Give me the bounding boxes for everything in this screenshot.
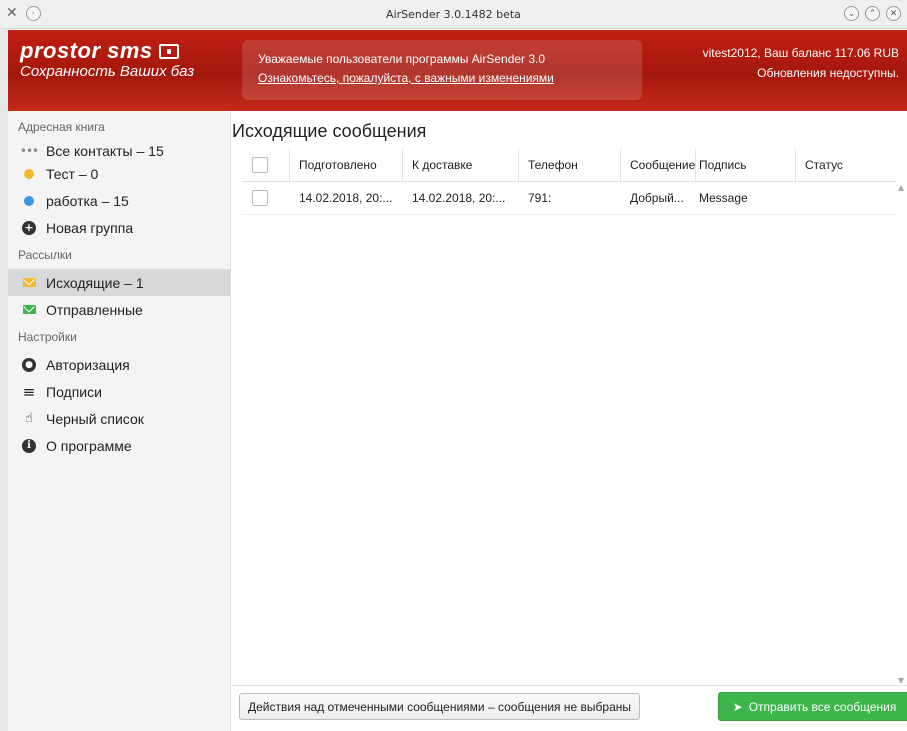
info-icon: i — [20, 438, 38, 453]
column-header-phone[interactable]: Телефон — [519, 149, 621, 181]
logo: prostor sms Сохранность Ваших баз — [20, 38, 194, 80]
app-window: ✕ · AirSender 3.0.1482 beta ⌄ ⌃ ✕ prosto… — [0, 0, 907, 731]
update-status: Обновления недоступны. — [757, 66, 899, 80]
sidebar-item-label: О программе — [46, 437, 132, 454]
column-header-signature[interactable]: Подпись — [696, 149, 796, 181]
section-address-book: Адресная книга — [18, 120, 105, 134]
sidebar-item-sent[interactable]: Отправленные — [8, 296, 230, 323]
sidebar-item-authorization[interactable]: ● Авторизация — [8, 351, 230, 378]
column-header-status[interactable]: Статус — [796, 149, 897, 181]
dot-icon — [20, 195, 38, 206]
cell-prepared: 14.02.2018, 20:... — [299, 191, 393, 205]
select-all-checkbox[interactable] — [252, 157, 268, 173]
hand-icon: ☝ — [25, 411, 33, 426]
sidebar-item-test[interactable]: Тест – 0 — [8, 160, 230, 187]
expand-icon[interactable]: ⌃ — [865, 6, 880, 21]
dots-icon: ••• — [19, 143, 39, 158]
sidebar-item-signatures[interactable]: ≡ Подписи — [8, 378, 230, 405]
row-checkbox[interactable] — [252, 190, 268, 206]
send-all-label: Отправить все сообщения — [748, 699, 897, 714]
sidebar-item-about[interactable]: i О программе — [8, 432, 230, 459]
column-header-message[interactable]: Сообщение — [621, 149, 696, 181]
account-info: vitest2012, Ваш баланс 117.06 RUB Обновл… — [703, 43, 899, 83]
envelope-icon — [20, 278, 38, 287]
section-settings: Настройки — [18, 330, 77, 344]
lock-icon — [158, 43, 179, 59]
sidebar-item-label: Новая группа — [46, 219, 134, 236]
sidebar: Адресная книга ••• Все контакты – 15 Тес… — [8, 111, 231, 731]
sidebar-item-label: Отправленные — [46, 301, 143, 318]
sidebar-item-label: Подписи — [46, 383, 102, 400]
envelope-icon — [20, 305, 38, 314]
select-all-checkbox-cell — [242, 149, 290, 181]
sidebar-item-blacklist[interactable]: ☝ Черный список — [8, 405, 230, 432]
plus-circle-icon: + — [20, 220, 38, 235]
user-circle-icon: ● — [20, 357, 38, 372]
action-bar: Действия над отмеченными сообщениями – с… — [232, 685, 907, 731]
collapse-icon[interactable]: ⌄ — [844, 6, 859, 21]
table-row[interactable]: 14.02.2018, 20:... 14.02.2018, 20:... 79… — [242, 182, 897, 215]
row-checkbox-cell — [242, 182, 290, 214]
cell-status — [796, 182, 897, 214]
scroll-down-icon[interactable]: ▼ — [898, 676, 904, 685]
cell-message: Добрый... — [630, 191, 684, 205]
notice-text: Уважаемые пользователи программы AirSend… — [258, 52, 546, 66]
cell-phone: 791: — [528, 191, 552, 205]
send-all-button[interactable]: ➤ Отправить все сообщения — [718, 692, 907, 721]
notice-link[interactable]: Ознакомьтесь, пожалуйста, с важными изме… — [258, 71, 642, 85]
logo-text: prostor sms — [20, 38, 153, 63]
table-scrollbar[interactable]: ▲ ▼ — [897, 183, 907, 685]
column-header-delivery[interactable]: К доставке — [403, 149, 519, 181]
sidebar-item-label: Все контакты – 15 — [46, 142, 164, 159]
notice-panel: Уважаемые пользователи программы AirSend… — [242, 40, 642, 100]
sidebar-item-rabotka[interactable]: работка – 15 — [8, 187, 230, 214]
sidebar-item-new-group[interactable]: + Новая группа — [8, 214, 230, 241]
scroll-up-icon[interactable]: ▲ — [898, 183, 904, 192]
main-panel: Исходящие сообщения Подготовлено К доста… — [232, 111, 907, 731]
list-icon: ≡ — [22, 382, 36, 401]
dot-icon — [20, 168, 38, 179]
title-bar: ✕ · AirSender 3.0.1482 beta ⌄ ⌃ ✕ — [0, 0, 907, 29]
table-header: Подготовлено К доставке Телефон Сообщени… — [242, 149, 897, 182]
section-mailings: Рассылки — [18, 248, 72, 262]
column-header-prepared[interactable]: Подготовлено — [290, 149, 403, 181]
cell-delivery: 14.02.2018, 20:... — [412, 191, 506, 205]
close-icon[interactable]: ✕ — [886, 6, 901, 21]
sidebar-item-label: Черный список — [46, 410, 144, 427]
window-title: AirSender 3.0.1482 beta — [386, 8, 521, 21]
sidebar-item-label: Исходящие – 1 — [46, 274, 144, 291]
page-title: Исходящие сообщения — [232, 121, 427, 141]
sidebar-item-outgoing[interactable]: Исходящие – 1 — [8, 269, 230, 296]
sidebar-item-label: Тест – 0 — [46, 165, 99, 182]
messages-table: Подготовлено К доставке Телефон Сообщени… — [242, 149, 897, 215]
paper-plane-icon: ➤ — [732, 699, 743, 714]
sidebar-item-label: Авторизация — [46, 356, 130, 373]
balance-text: vitest2012, Ваш баланс 117.06 RUB — [702, 46, 899, 60]
cell-signature: Message — [699, 191, 748, 205]
sidebar-item-label: работка – 15 — [46, 192, 129, 209]
logo-tagline: Сохранность Ваших баз — [20, 63, 195, 80]
selected-actions-button[interactable]: Действия над отмеченными сообщениями – с… — [239, 693, 640, 720]
app-header: prostor sms Сохранность Ваших баз Уважае… — [8, 30, 907, 111]
